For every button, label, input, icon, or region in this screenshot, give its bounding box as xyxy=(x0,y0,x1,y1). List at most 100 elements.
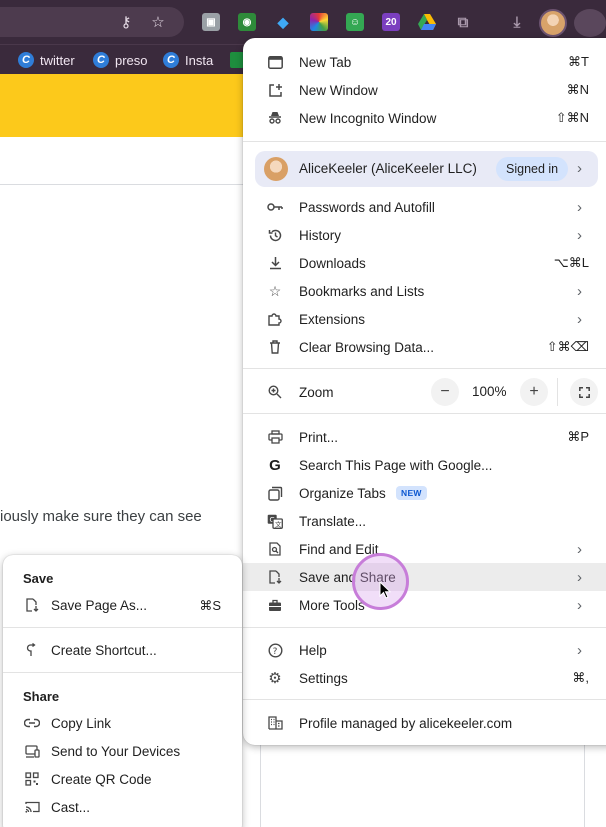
submenu-item-cast[interactable]: Cast... xyxy=(3,793,242,821)
menu-label: Bookmarks and Lists xyxy=(299,283,425,299)
menu-label: Print... xyxy=(299,429,339,445)
menu-item-history[interactable]: History › xyxy=(243,221,606,249)
menu-item-clear-data[interactable]: Clear Browsing Data... ⇧⌘⌫ xyxy=(243,333,606,361)
key-icon xyxy=(267,199,283,215)
fullscreen-button[interactable] xyxy=(570,378,598,406)
avatar xyxy=(264,157,288,181)
extension-20-icon[interactable]: 20 xyxy=(382,13,400,31)
star-icon[interactable]: ☆ xyxy=(146,7,170,37)
menu-item-find-edit[interactable]: Find and Edit › xyxy=(243,535,606,563)
fullscreen-icon xyxy=(578,386,590,398)
menu-item-managed[interactable]: Profile managed by alicekeeler.com xyxy=(243,709,606,737)
signed-in-badge: Signed in xyxy=(496,157,569,181)
extension-contact-icon[interactable]: ▣ xyxy=(202,13,220,31)
submenu-heading-share: Share xyxy=(23,689,60,704)
extension-smile-icon[interactable]: ☺ xyxy=(346,13,364,31)
menu-divider xyxy=(3,672,242,673)
menu-button[interactable] xyxy=(574,9,606,37)
menu-item-organize-tabs[interactable]: Organize Tabs NEW xyxy=(243,479,606,507)
menu-label: More Tools xyxy=(299,597,365,613)
submenu-item-send-devices[interactable]: Send to Your Devices xyxy=(3,737,242,765)
new-window-icon xyxy=(267,82,283,98)
menu-divider xyxy=(557,378,558,406)
bookmark-label: Insta xyxy=(185,52,214,68)
menu-label: Translate... xyxy=(299,513,367,529)
zoom-out-button[interactable]: − xyxy=(431,378,459,406)
menu-label: Search This Page with Google... xyxy=(299,457,493,473)
menu-item-print[interactable]: Print... ⌘P xyxy=(243,423,606,451)
c-logo-icon: C xyxy=(18,52,34,68)
menu-item-help[interactable]: ? Help › xyxy=(243,636,606,664)
menu-shortcut: ⌥⌘L xyxy=(553,255,589,270)
link-icon xyxy=(24,715,40,731)
menu-item-passwords[interactable]: Passwords and Autofill › xyxy=(243,193,606,221)
bookmark-preso[interactable]: C preso xyxy=(93,51,148,69)
menu-divider xyxy=(243,699,606,700)
menu-item-incognito[interactable]: New Incognito Window ⇧⌘N xyxy=(243,104,606,132)
menu-label: Help xyxy=(299,642,327,658)
puzzle-icon[interactable]: ⧉ xyxy=(454,13,472,31)
menu-item-new-window[interactable]: New Window ⌘N xyxy=(243,76,606,104)
profile-row[interactable]: AliceKeeler (AliceKeeler LLC) Signed in … xyxy=(255,151,598,187)
profile-avatar[interactable] xyxy=(539,9,567,37)
submenu-item-save-page[interactable]: Save Page As... ⌘S xyxy=(3,591,242,619)
menu-item-extensions[interactable]: Extensions › xyxy=(243,305,606,333)
menu-label: Save Page As... xyxy=(51,598,148,613)
menu-label: Extensions xyxy=(299,311,366,327)
gear-icon: ⚙ xyxy=(268,670,282,687)
menu-label: History xyxy=(299,227,342,243)
chevron-right-icon: › xyxy=(577,310,582,328)
bookmark-sheets[interactable] xyxy=(230,51,244,69)
extension-map-icon[interactable]: ◉ xyxy=(238,13,256,31)
bookmark-twitter[interactable]: C twitter xyxy=(18,51,75,69)
submenu-item-create-shortcut[interactable]: Create Shortcut... xyxy=(3,636,242,664)
menu-label: Clear Browsing Data... xyxy=(299,339,435,355)
menu-label: Passwords and Autofill xyxy=(299,199,435,215)
google-icon: G xyxy=(269,456,281,474)
menu-item-bookmarks[interactable]: ☆ Bookmarks and Lists › xyxy=(243,277,606,305)
bookmark-label: preso xyxy=(115,52,148,68)
bookmark-label: twitter xyxy=(40,52,75,68)
bookmark-insta[interactable]: C Insta xyxy=(163,51,213,69)
menu-item-new-tab[interactable]: New Tab ⌘T xyxy=(243,48,606,76)
save-share-submenu: Save Save Page As... ⌘S Create Shortcut.… xyxy=(3,555,242,827)
c-logo-icon: C xyxy=(93,52,109,68)
screen: ⚷ ☆ ▣ ◉ ◆ ☺ 20 ⧉ ⤓ s C twitter C preso C… xyxy=(0,0,606,827)
history-icon xyxy=(267,227,283,243)
organize-tabs-icon xyxy=(267,485,283,501)
printer-icon xyxy=(267,429,283,445)
menu-label: Find and Edit xyxy=(299,541,379,557)
download-icon[interactable]: ⤓ xyxy=(508,13,526,31)
mouse-pointer-icon xyxy=(379,581,391,599)
menu-label: New Tab xyxy=(299,54,352,70)
menu-shortcut: ⇧⌘N xyxy=(555,110,589,125)
incognito-icon xyxy=(267,110,283,126)
save-page-icon xyxy=(267,569,283,585)
extension-color-icon[interactable] xyxy=(310,13,328,31)
zoom-in-button[interactable]: + xyxy=(520,378,548,406)
menu-divider xyxy=(243,141,606,142)
menu-label: Cast... xyxy=(51,800,91,815)
bookmark-partial[interactable]: s xyxy=(0,51,1,69)
menu-item-zoom: Zoom − 100% + xyxy=(243,378,606,406)
chevron-right-icon: › xyxy=(577,641,582,659)
star-icon: ☆ xyxy=(268,282,282,299)
submenu-item-copy-link[interactable]: Copy Link xyxy=(3,709,242,737)
key-icon[interactable]: ⚷ xyxy=(114,7,138,37)
extension-diamond-icon[interactable]: ◆ xyxy=(274,13,292,31)
address-bar[interactable]: ⚷ ☆ xyxy=(0,7,184,37)
chevron-right-icon: › xyxy=(577,540,582,558)
submenu-item-qr-code[interactable]: Create QR Code xyxy=(3,765,242,793)
menu-item-translate[interactable]: G文 Translate... xyxy=(243,507,606,535)
menu-item-settings[interactable]: ⚙ Settings ⌘, xyxy=(243,664,606,692)
menu-item-more-tools[interactable]: More Tools › xyxy=(243,591,606,619)
c-logo-icon: C xyxy=(163,52,179,68)
menu-item-search-page[interactable]: G Search This Page with Google... xyxy=(243,451,606,479)
building-icon xyxy=(267,715,283,731)
menu-item-save-share[interactable]: Save and Share › xyxy=(243,563,606,591)
devices-icon xyxy=(24,743,40,759)
menu-shortcut: ⌘P xyxy=(567,429,589,444)
shortcut-arrow-icon xyxy=(24,642,40,658)
menu-item-downloads[interactable]: Downloads ⌥⌘L xyxy=(243,249,606,277)
drive-icon[interactable] xyxy=(418,13,436,31)
